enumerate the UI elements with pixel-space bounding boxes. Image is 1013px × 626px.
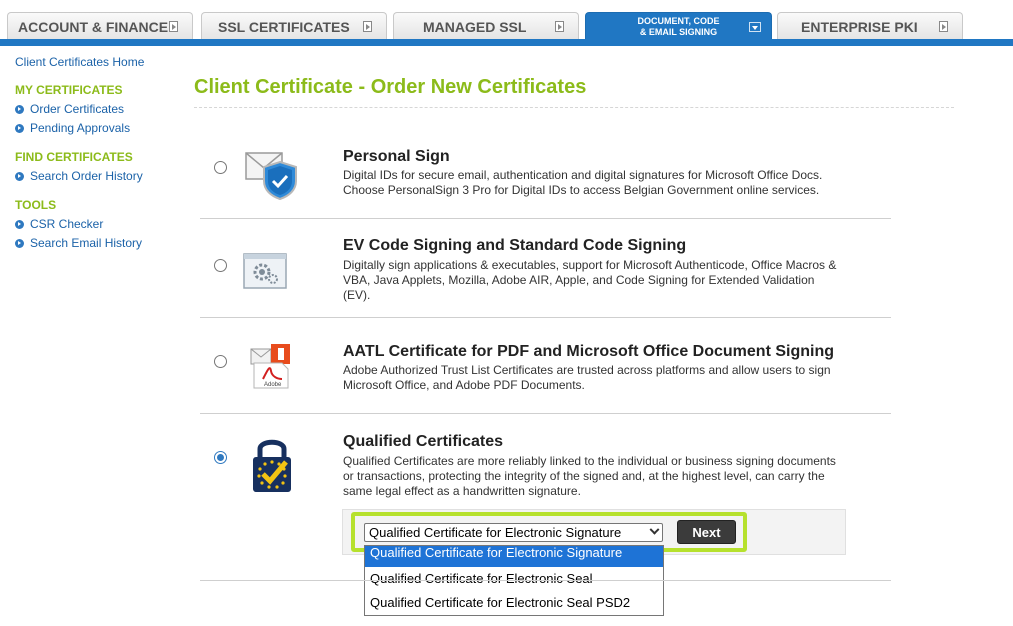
next-button[interactable]: Next <box>677 520 736 544</box>
eu-padlock-icon <box>253 439 291 492</box>
office-adobe-document-icon: Adobe <box>250 344 290 389</box>
sidebar-item-order-certificates[interactable]: Order Certificates <box>15 102 185 116</box>
sidebar-home-link[interactable]: Client Certificates Home <box>15 55 185 69</box>
sidebar-group-tools: TOOLS CSR Checker Search Email History <box>15 198 185 250</box>
sidebar-heading: MY CERTIFICATES <box>15 83 123 97</box>
tab-managed-ssl[interactable]: MANAGED SSL <box>393 12 579 40</box>
option-title: Qualified Certificates <box>343 433 504 450</box>
option-description: Adobe Authorized Trust List Certificates… <box>343 363 831 392</box>
adobe-label: Adobe <box>264 382 282 388</box>
tab-label: ENTERPRISE PKI <box>801 18 918 35</box>
code-gear-icon <box>243 253 287 289</box>
dropdown-option-electronic-seal[interactable]: Qualified Certificate for Electronic Sea… <box>365 567 663 591</box>
tab-arrow-icon <box>939 21 948 32</box>
sidebar-item-label: CSR Checker <box>30 217 104 231</box>
sidebar-item-label: Search Email History <box>30 236 143 250</box>
radio-aatl[interactable] <box>214 355 227 368</box>
tab-label: ACCOUNT & FINANCE <box>18 18 169 35</box>
arrow-bullet-icon <box>15 219 24 229</box>
email-shield-icon <box>245 152 297 200</box>
chevron-down-icon <box>649 524 660 535</box>
tab-label-line1: DOCUMENT, CODE <box>637 15 720 26</box>
sidebar-item-pending-approvals[interactable]: Pending Approvals <box>15 121 185 135</box>
certificate-type-select[interactable]: Qualified Certificate for Electronic Sig… <box>364 523 663 542</box>
sidebar-item-search-order-history[interactable]: Search Order History <box>15 169 185 183</box>
tab-label: DOCUMENT, CODE & EMAIL SIGNING <box>604 16 754 38</box>
radio-code-signing[interactable] <box>214 259 227 272</box>
option-aatl: Adobe AATL Certificate for PDF and Micro… <box>200 318 891 414</box>
sidebar-item-label: Pending Approvals <box>30 121 131 135</box>
option-personal-sign: Personal Sign Digital IDs for secure ema… <box>200 140 891 219</box>
tab-arrow-icon <box>169 21 178 32</box>
tab-label: MANAGED SSL <box>423 18 527 35</box>
radio-personal-sign[interactable] <box>214 161 227 174</box>
sidebar-item-csr-checker[interactable]: CSR Checker <box>15 217 185 231</box>
dropdown-option-electronic-seal-psd2[interactable]: Qualified Certificate for Electronic Sea… <box>365 591 663 615</box>
arrow-bullet-icon <box>15 123 24 133</box>
tab-account-finance[interactable]: ACCOUNT & FINANCE <box>7 12 193 40</box>
tab-label-line2: & EMAIL SIGNING <box>639 26 718 37</box>
radio-qualified[interactable] <box>214 451 227 464</box>
tab-document-code-email-signing[interactable]: DOCUMENT, CODE & EMAIL SIGNING <box>585 12 772 40</box>
sidebar-group-my-certificates: MY CERTIFICATES Order Certificates Pendi… <box>15 83 185 135</box>
option-title: AATL Certificate for PDF and Microsoft O… <box>343 343 834 360</box>
sidebar-heading: FIND CERTIFICATES <box>15 150 133 164</box>
option-title: EV Code Signing and Standard Code Signin… <box>343 237 687 254</box>
dropdown-option-electronic-signature[interactable]: Qualified Certificate for Electronic Sig… <box>365 546 663 567</box>
sidebar: Client Certificates Home MY CERTIFICATES… <box>15 55 185 265</box>
sidebar-group-find-certificates: FIND CERTIFICATES Search Order History <box>15 150 185 183</box>
sidebar-item-search-email-history[interactable]: Search Email History <box>15 236 185 250</box>
top-navigation: ACCOUNT & FINANCE SSL CERTIFICATES MANAG… <box>0 0 1013 46</box>
tab-enterprise-pki[interactable]: ENTERPRISE PKI <box>777 12 963 40</box>
arrow-bullet-icon <box>15 171 24 181</box>
option-code-signing: EV Code Signing and Standard Code Signin… <box>200 219 891 318</box>
option-title: Personal Sign <box>343 148 450 165</box>
sidebar-heading: TOOLS <box>15 198 57 212</box>
tab-ssl-certificates[interactable]: SSL CERTIFICATES <box>201 12 387 40</box>
select-value: Qualified Certificate for Electronic Sig… <box>369 525 622 540</box>
tab-arrow-icon <box>363 21 372 32</box>
arrow-bullet-icon <box>15 104 24 114</box>
page-title: Client Certificate - Order New Certifica… <box>194 76 954 108</box>
option-description: Digital IDs for secure email, authentica… <box>343 168 823 197</box>
arrow-bullet-icon <box>15 238 24 248</box>
tab-arrow-icon <box>555 21 564 32</box>
sidebar-item-label: Order Certificates <box>30 102 125 116</box>
divider <box>200 580 891 581</box>
chevron-down-icon <box>749 22 761 32</box>
option-description: Digitally sign applications & executable… <box>343 258 837 302</box>
option-description: Qualified Certificates are more reliably… <box>343 454 836 498</box>
sidebar-item-label: Search Order History <box>30 169 143 183</box>
tab-label: SSL CERTIFICATES <box>218 18 350 35</box>
tab-underline <box>0 39 1013 46</box>
